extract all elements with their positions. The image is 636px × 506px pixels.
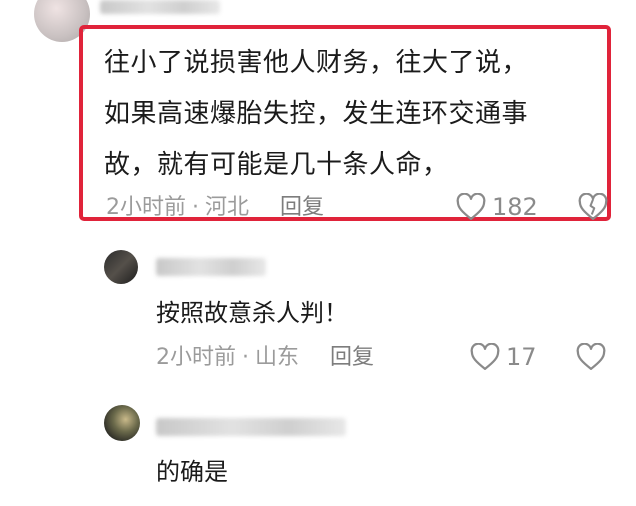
username-blurred[interactable] [156, 418, 346, 436]
broken-heart-icon [578, 192, 608, 225]
heart-icon [456, 193, 486, 221]
like-button[interactable]: 182 [456, 193, 538, 221]
comment-line: 故，就有可能是几十条人命， [104, 150, 449, 180]
reply-button[interactable]: 回复 [330, 345, 374, 370]
reply-location: 山东 [255, 345, 300, 370]
comment-time: 2小时前 [106, 195, 186, 220]
comment-meta: 2小时前 · 河北 回复 [106, 194, 324, 222]
heart-outline-icon [576, 342, 606, 375]
heart-icon [470, 343, 500, 371]
dislike-button[interactable] [576, 342, 606, 375]
separator-dot: · [192, 195, 199, 220]
reply-body: 的确是 [156, 458, 228, 486]
like-count: 17 [506, 343, 537, 371]
comment-line: 如果高速爆胎失控，发生连环交通事 [104, 99, 529, 129]
username-blurred[interactable] [156, 258, 266, 276]
reply-body: 按照故意杀人判！ [156, 299, 348, 327]
reply-time: 2小时前 [156, 345, 236, 370]
comment-location: 河北 [205, 195, 250, 220]
comment-body: 往小了说损害他人财务，往大了说， 如果高速爆胎失控，发生连环交通事 故，就有可能… [104, 38, 604, 191]
like-count: 182 [492, 193, 538, 221]
avatar[interactable] [104, 405, 140, 441]
dislike-button[interactable] [578, 192, 608, 225]
like-button[interactable]: 17 [470, 343, 537, 371]
separator-dot: · [242, 345, 249, 370]
reply-meta: 2小时前 · 山东 回复 [156, 344, 374, 372]
comment-line: 往小了说损害他人财务，往大了说， [104, 48, 529, 78]
avatar[interactable] [104, 250, 138, 284]
username-blurred[interactable] [100, 0, 220, 14]
reply-button[interactable]: 回复 [280, 195, 324, 220]
